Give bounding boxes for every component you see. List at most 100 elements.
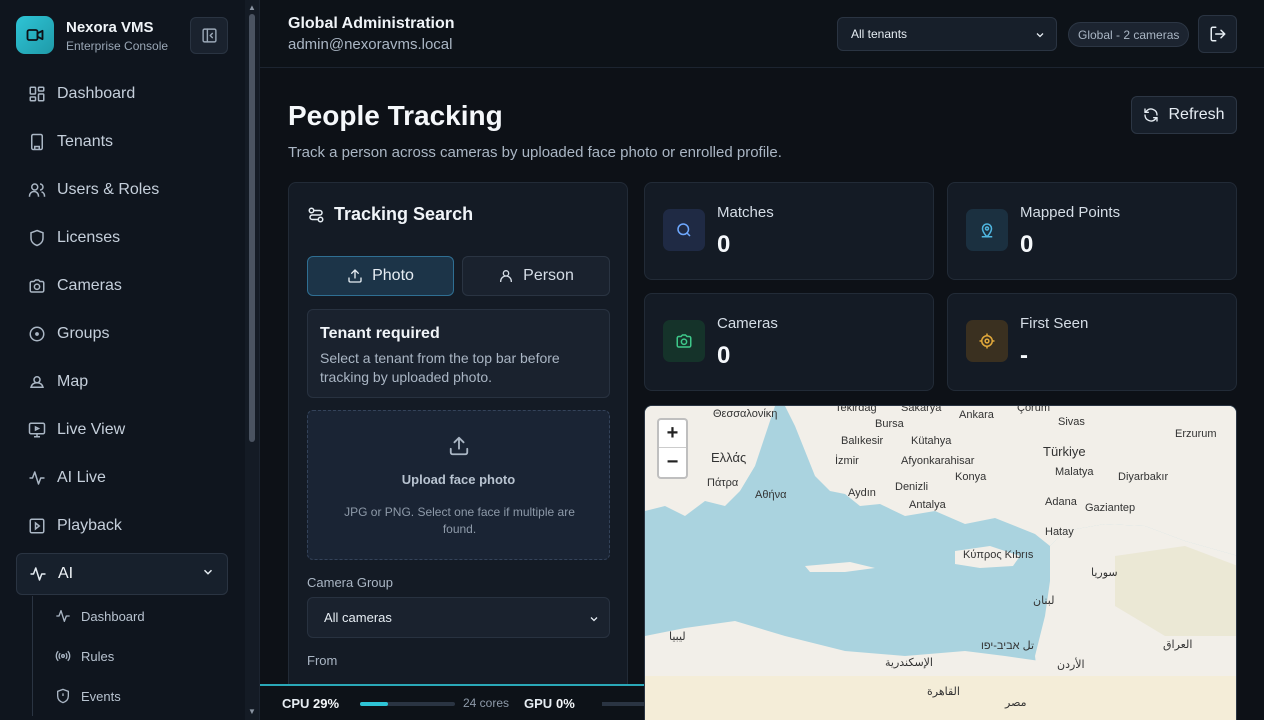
- monitor-icon: [28, 421, 46, 439]
- play-icon: [28, 517, 46, 535]
- nav-label: AI: [58, 565, 74, 582]
- collapse-sidebar-button[interactable]: [190, 17, 228, 54]
- map-label: Denizli: [895, 481, 929, 493]
- map-label: Sivas: [1058, 416, 1085, 428]
- sidebar: Nexora VMS Enterprise Console Dashboard …: [0, 0, 260, 720]
- nav-item-tenants[interactable]: Tenants: [16, 118, 228, 166]
- stat-label: First Seen: [1020, 315, 1089, 332]
- upload-dropzone[interactable]: Upload face photo JPG or PNG. Select one…: [307, 410, 610, 560]
- tracking-map[interactable]: Θεσσαλονίκη Tekirdağ Sakarya Ankara Çoru…: [644, 405, 1237, 720]
- nav-item-ai-live[interactable]: AI Live: [16, 454, 228, 502]
- map-label: تل אביב-יפו: [981, 640, 1035, 652]
- stat-value: 0: [717, 342, 731, 369]
- nav-label: AI Live: [57, 469, 106, 486]
- nav-item-dashboard[interactable]: Dashboard: [16, 70, 228, 118]
- nav-label: Tenants: [57, 133, 114, 150]
- nav-item-groups[interactable]: Groups: [16, 310, 228, 358]
- subnav-item-rules[interactable]: Rules: [33, 636, 228, 676]
- target-icon: [28, 325, 46, 343]
- stat-value: 0: [717, 231, 731, 258]
- brand-title: Nexora VMS: [66, 19, 154, 36]
- tab-photo[interactable]: Photo: [307, 256, 454, 296]
- map-label: İzmir: [835, 455, 859, 467]
- zoom-out-button[interactable]: −: [659, 448, 686, 476]
- stat-cameras: Cameras 0: [644, 293, 934, 391]
- tenant-select[interactable]: All tenants: [837, 17, 1057, 51]
- shield-icon: [55, 688, 71, 704]
- nav-label: Users & Roles: [57, 181, 160, 198]
- refresh-label: Refresh: [1168, 106, 1225, 123]
- tab-person[interactable]: Person: [462, 256, 610, 296]
- nav-label: Live View: [57, 421, 126, 438]
- map-label: Erzurum: [1175, 428, 1217, 440]
- subnav-item-events[interactable]: Events: [33, 676, 228, 716]
- nav-item-licenses[interactable]: Licenses: [16, 214, 228, 262]
- map-label: Sakarya: [901, 405, 942, 414]
- search-icon: [663, 209, 705, 251]
- logout-icon: [1210, 26, 1225, 42]
- map-label: Balıkesir: [841, 435, 884, 447]
- ai-subnav: Dashboard Rules Events: [32, 596, 228, 716]
- tenant-required-notice: Tenant required Select a tenant from the…: [307, 309, 610, 398]
- nav-item-playback[interactable]: Playback: [16, 502, 228, 550]
- main-nav: Dashboard Tenants Users & Roles Licenses…: [16, 70, 228, 598]
- system-status-bar: CPU 29% 24 cores GPU 0%: [260, 684, 644, 720]
- scroll-down-arrow-icon[interactable]: ▼: [248, 707, 256, 716]
- map-label: Hatay: [1045, 526, 1074, 538]
- tracking-search-panel: Tracking Search Photo Person Tenant requ…: [288, 182, 628, 720]
- chevron-down-icon: [588, 613, 600, 628]
- nav-item-cameras[interactable]: Cameras: [16, 262, 228, 310]
- map-label: القاهرة: [927, 686, 960, 698]
- camera-group-select[interactable]: All cameras: [307, 597, 610, 638]
- map-label: Θεσσαλονίκη: [713, 408, 778, 420]
- notice-title: Tenant required: [320, 325, 440, 342]
- zoom-in-button[interactable]: +: [659, 420, 686, 448]
- map-label: ليبيا: [669, 631, 686, 643]
- map-pin-icon: [28, 373, 46, 391]
- map-label: Malatya: [1055, 466, 1094, 478]
- nav-label: Map: [57, 373, 89, 390]
- pulse-icon: [28, 469, 46, 487]
- panel-title-text: Tracking Search: [334, 204, 474, 224]
- nav-item-ai[interactable]: AI: [16, 553, 228, 595]
- stat-matches: Matches 0: [644, 182, 934, 280]
- page-title: People Tracking: [288, 100, 503, 131]
- scroll-thumb[interactable]: [249, 14, 255, 442]
- map-label: Kütahya: [911, 435, 952, 447]
- gpu-value: 0%: [556, 696, 575, 711]
- refresh-button[interactable]: Refresh: [1131, 96, 1237, 134]
- stat-label: Mapped Points: [1020, 204, 1121, 221]
- camera-group-value: All cameras: [324, 610, 392, 625]
- subnav-item-dashboard[interactable]: Dashboard: [33, 596, 228, 636]
- stat-value: 0: [1020, 231, 1034, 258]
- shield-icon: [28, 229, 46, 247]
- nav-item-users-roles[interactable]: Users & Roles: [16, 166, 228, 214]
- sidebar-scrollbar[interactable]: ▲ ▼: [245, 0, 259, 720]
- map-label: Antalya: [909, 499, 946, 511]
- camera-icon: [663, 320, 705, 362]
- route-icon: [308, 207, 324, 222]
- dashboard-icon: [28, 85, 46, 103]
- map-label: الأردن: [1057, 659, 1085, 671]
- upload-hint: JPG or PNG. Select one face if multiple …: [344, 505, 575, 536]
- map-label: Ελλάς: [711, 450, 747, 465]
- cpu-label: CPU: [282, 696, 310, 711]
- map-label: مصر: [1005, 697, 1027, 709]
- pulse-icon: [55, 608, 71, 624]
- nav-label: Playback: [57, 517, 122, 534]
- nav-item-map[interactable]: Map: [16, 358, 228, 406]
- sidebar-collapse-icon: [201, 28, 217, 43]
- nav-item-live-view[interactable]: Live View: [16, 406, 228, 454]
- map-pin-icon: [966, 209, 1008, 251]
- map-label: Ankara: [959, 409, 994, 421]
- top-bar: Global Administration admin@nexoravms.lo…: [260, 0, 1264, 68]
- header-title: Global Administration: [288, 15, 455, 32]
- refresh-icon: [1144, 108, 1159, 122]
- cpu-usage-fill: [360, 702, 388, 706]
- chevron-down-icon: [201, 565, 215, 584]
- notice-text: Select a tenant from the top bar before …: [320, 350, 560, 385]
- scroll-up-arrow-icon[interactable]: ▲: [248, 3, 256, 12]
- upload-icon: [348, 269, 362, 283]
- logout-button[interactable]: [1198, 15, 1237, 53]
- user-icon: [500, 270, 513, 282]
